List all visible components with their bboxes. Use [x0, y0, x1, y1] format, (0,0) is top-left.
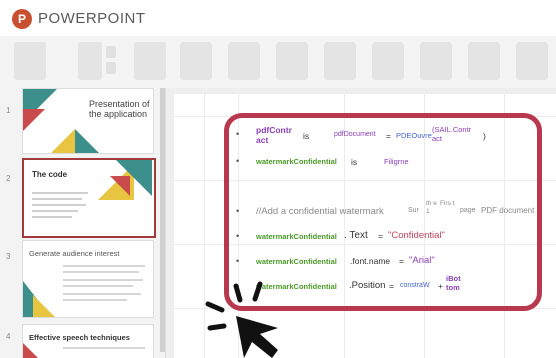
- click-burst-icon: [205, 301, 225, 313]
- ribbon-button[interactable]: [468, 42, 500, 80]
- slide-thumbnail-1[interactable]: Presentation of the application: [22, 88, 154, 154]
- click-burst-icon: [233, 283, 243, 303]
- decorative-shape: [51, 129, 75, 153]
- thumbnail-text-line: [32, 210, 78, 212]
- slide-number: 4: [6, 332, 11, 341]
- ribbon-button[interactable]: [14, 42, 46, 80]
- slide-thumbnails-panel: 1 Presentation of the application 2 The …: [0, 88, 166, 358]
- ribbon-button[interactable]: [106, 62, 116, 74]
- thumbnail-text-line: [63, 347, 145, 349]
- slide-thumbnail-4[interactable]: Effective speech techniques: [22, 324, 154, 358]
- ribbon-toolbar: [0, 36, 556, 89]
- ribbon-button[interactable]: [420, 42, 452, 80]
- thumbnail-text-line: [63, 285, 133, 287]
- slide-number: 2: [6, 174, 11, 183]
- mouse-pointer-icon: [236, 316, 278, 358]
- thumbnail-text-line: [63, 279, 143, 281]
- thumbnail-text-line: [63, 299, 127, 301]
- decorative-shape: [75, 129, 99, 153]
- decorative-shape: [33, 295, 55, 317]
- click-burst-icon: [207, 323, 227, 331]
- thumbnails-scrollbar[interactable]: [160, 88, 165, 352]
- ribbon-button[interactable]: [228, 42, 260, 80]
- thumbnail-title: Generate audience interest: [29, 249, 120, 258]
- slide-number: 3: [6, 252, 11, 261]
- thumbnail-text-line: [63, 265, 145, 267]
- thumbnail-text-line: [32, 192, 88, 194]
- ribbon-button[interactable]: [106, 46, 116, 58]
- decorative-shape: [110, 176, 130, 196]
- thumbnail-text-line: [63, 293, 141, 295]
- ribbon-button[interactable]: [372, 42, 404, 80]
- ribbon-button[interactable]: [516, 42, 548, 80]
- thumbnail-text-line: [32, 216, 72, 218]
- ribbon-button[interactable]: [134, 42, 166, 80]
- powerpoint-logo-icon: P: [12, 9, 32, 29]
- slide-thumbnail-2[interactable]: The code: [22, 158, 156, 238]
- slide-number: 1: [6, 106, 11, 115]
- thumbnail-text-line: [63, 271, 139, 273]
- click-burst-icon: [252, 281, 263, 302]
- thumbnail-text-line: [32, 198, 82, 200]
- ribbon-button[interactable]: [78, 42, 102, 80]
- slide-thumbnail-3[interactable]: Generate audience interest: [22, 240, 154, 318]
- thumbnail-text-line: [32, 204, 86, 206]
- ribbon-button[interactable]: [324, 42, 356, 80]
- decorative-shape: [23, 343, 45, 358]
- click-cursor-icon: [205, 281, 278, 358]
- ribbon-button[interactable]: [180, 42, 212, 80]
- thumbnail-title: Effective speech techniques: [29, 333, 130, 342]
- thumbnail-title: Presentation of the application: [89, 99, 150, 119]
- ribbon-button[interactable]: [276, 42, 308, 80]
- thumbnail-title: The code: [32, 170, 68, 179]
- decorative-shape: [23, 109, 45, 131]
- title-bar: P POWERPOINT: [0, 0, 556, 36]
- app-title: POWERPOINT: [38, 10, 146, 27]
